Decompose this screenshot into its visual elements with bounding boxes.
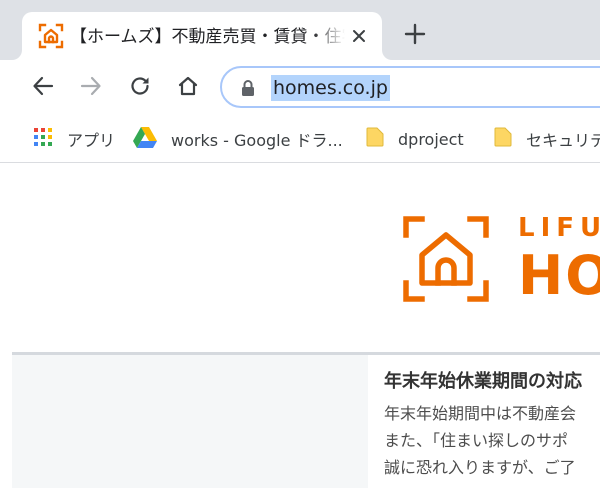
address-bar[interactable]: homes.co.jp	[220, 66, 600, 108]
page-content: LIFULL HOME'S 年末年始休業期間の対応 年末年始期間中は不動産会 ま…	[0, 163, 600, 488]
logo-wordmark-bottom: HOME'S	[518, 244, 600, 307]
notice-line: 誠に恐れ入りますが、ご了	[384, 458, 576, 477]
bookmark-label: works - Google ドラ...	[171, 131, 343, 150]
folder-icon	[494, 127, 512, 151]
apps-grid-icon	[33, 127, 53, 151]
bookmark-dproject[interactable]: dproject	[366, 125, 464, 153]
bookmark-label: dproject	[398, 129, 464, 149]
bookmark-apps[interactable]: アプリ	[33, 125, 115, 153]
back-button[interactable]	[27, 72, 59, 104]
bookmark-label: セキュリティ	[526, 131, 600, 150]
new-tab-button[interactable]	[400, 21, 430, 51]
close-icon[interactable]	[347, 24, 371, 48]
home-icon	[177, 75, 199, 101]
holiday-notice: 年末年始休業期間の対応 年末年始期間中は不動産会 また、「住まい探しのサポ 誠に…	[384, 370, 600, 481]
active-tab[interactable]: 【ホームズ】不動産売買・賃貸・住宅情	[22, 12, 382, 60]
bookmark-works-drive[interactable]: works - Google ドラ...	[133, 125, 343, 153]
notice-line: また、「住まい探しのサポ	[384, 431, 569, 450]
back-arrow-icon	[32, 75, 54, 101]
notice-line: 年末年始期間中は不動産会	[384, 404, 577, 423]
left-panel	[12, 355, 368, 488]
lock-icon[interactable]	[240, 79, 256, 97]
notice-title: 年末年始休業期間の対応	[384, 371, 582, 392]
url-text[interactable]: homes.co.jp	[271, 75, 390, 101]
home-button[interactable]	[172, 72, 204, 104]
plus-icon	[404, 23, 426, 49]
bookmark-security[interactable]: セキュリティ	[494, 125, 600, 153]
google-drive-icon	[133, 126, 157, 152]
homes-logo-icon	[403, 216, 489, 302]
logo-wordmark-top: LIFULL	[518, 213, 600, 243]
homes-favicon-icon	[38, 23, 64, 49]
reload-button[interactable]	[124, 72, 156, 104]
tab-title: 【ホームズ】不動産売買・賃貸・住宅情	[70, 27, 345, 47]
forward-button[interactable]	[75, 72, 107, 104]
bookmarks-bar: アプリ works - Google ドラ... dproject セキュリテ	[0, 116, 600, 163]
forward-arrow-icon	[80, 75, 102, 101]
folder-icon	[366, 127, 384, 151]
reload-icon	[129, 75, 151, 101]
browser-window: 【ホームズ】不動産売買・賃貸・住宅情 homes.co.jp アプリ works…	[0, 0, 600, 488]
navigation-toolbar: homes.co.jp	[0, 60, 600, 116]
bookmark-label: アプリ	[67, 131, 116, 150]
tab-strip: 【ホームズ】不動産売買・賃貸・住宅情	[0, 0, 600, 60]
